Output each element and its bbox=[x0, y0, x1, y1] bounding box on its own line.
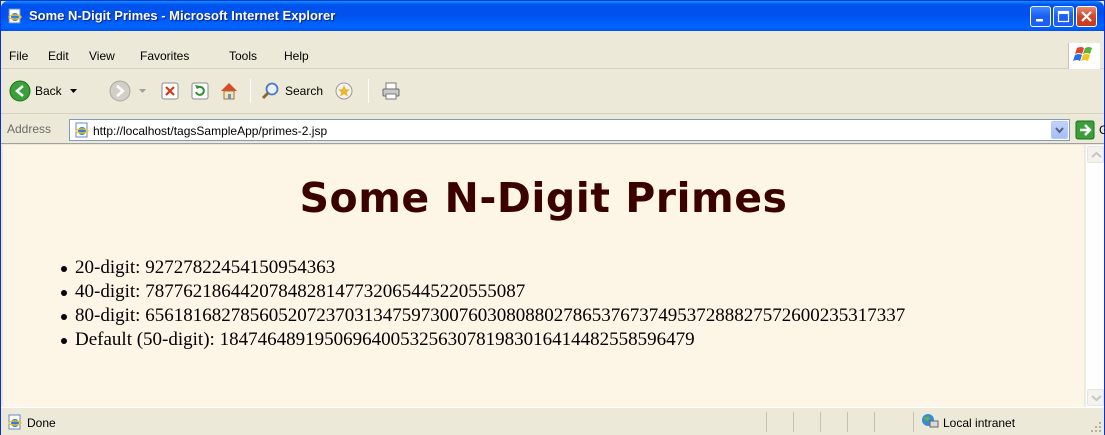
list-item: 80-digit: 656181682785605207237031347597… bbox=[59, 304, 905, 328]
windows-logo-icon bbox=[1068, 43, 1100, 69]
toolbar: Back Search bbox=[1, 69, 1104, 114]
maximize-button[interactable] bbox=[1053, 6, 1074, 27]
back-label: Back bbox=[35, 84, 62, 98]
search-button[interactable]: Search bbox=[261, 79, 323, 103]
toolbar-separator bbox=[250, 79, 251, 103]
status-divider bbox=[766, 412, 767, 432]
menu-bar: File Edit View Favorites Tools Help bbox=[1, 31, 1104, 69]
scroll-up-button[interactable] bbox=[1087, 146, 1104, 163]
maximize-icon bbox=[1057, 10, 1070, 23]
status-bar: Done Local intranet bbox=[1, 407, 1104, 435]
window-title: Some N-Digit Primes - Microsoft Internet… bbox=[29, 8, 336, 23]
refresh-icon bbox=[191, 82, 209, 100]
home-button[interactable] bbox=[219, 79, 239, 103]
menu-view[interactable]: View bbox=[89, 49, 115, 63]
address-dropdown-button[interactable] bbox=[1051, 121, 1068, 139]
chevron-down-icon bbox=[1091, 395, 1102, 402]
menu-file[interactable]: File bbox=[9, 49, 28, 63]
ie-page-icon bbox=[8, 414, 22, 430]
toolbar-separator bbox=[368, 79, 369, 103]
local-intranet-icon bbox=[922, 414, 939, 428]
address-url: http://localhost/tagsSampleApp/primes-2.… bbox=[93, 124, 328, 138]
favorites-button[interactable] bbox=[334, 79, 354, 103]
home-icon bbox=[221, 83, 237, 100]
minimize-icon bbox=[1036, 19, 1043, 22]
search-icon bbox=[261, 82, 279, 100]
page-heading: Some N-Digit Primes bbox=[299, 174, 788, 222]
printer-icon bbox=[382, 82, 400, 100]
menu-help[interactable]: Help bbox=[284, 49, 309, 63]
status-text: Done bbox=[27, 416, 56, 430]
ie-page-icon bbox=[8, 8, 22, 24]
go-label: Go bbox=[1099, 123, 1105, 137]
list-item: 40-digit: 787762186442078482814773206544… bbox=[59, 280, 905, 304]
chevron-up-icon bbox=[1091, 151, 1102, 158]
close-icon bbox=[1081, 11, 1092, 22]
chevron-down-icon bbox=[139, 88, 146, 93]
stop-icon bbox=[161, 82, 179, 100]
status-divider bbox=[820, 412, 821, 432]
forward-button[interactable] bbox=[109, 79, 146, 103]
status-divider bbox=[913, 412, 914, 432]
browser-window: Some N-Digit Primes - Microsoft Internet… bbox=[0, 0, 1105, 435]
back-button[interactable]: Back bbox=[9, 79, 77, 103]
status-divider bbox=[874, 412, 875, 432]
menu-edit[interactable]: Edit bbox=[48, 49, 69, 63]
prime-list: 20-digit: 92727822454150954363 40-digit:… bbox=[59, 256, 905, 352]
page-content: Some N-Digit Primes 20-digit: 9272782245… bbox=[3, 145, 1084, 407]
go-button[interactable]: Go bbox=[1075, 120, 1105, 140]
chevron-down-icon[interactable] bbox=[69, 88, 77, 94]
list-item: Default (50-digit): 18474648919506964005… bbox=[59, 328, 905, 352]
vertical-scrollbar[interactable] bbox=[1085, 145, 1104, 407]
close-button[interactable] bbox=[1076, 6, 1097, 27]
zone-text: Local intranet bbox=[943, 416, 1016, 430]
address-input[interactable]: http://localhost/tagsSampleApp/primes-2.… bbox=[69, 119, 1070, 141]
menu-favorites[interactable]: Favorites bbox=[140, 49, 189, 63]
go-arrow-icon bbox=[1075, 120, 1095, 140]
address-label: Address bbox=[7, 122, 52, 136]
list-item: 20-digit: 92727822454150954363 bbox=[59, 256, 905, 280]
stop-button[interactable] bbox=[161, 79, 179, 103]
search-label: Search bbox=[285, 84, 324, 98]
print-button[interactable] bbox=[381, 79, 401, 103]
forward-arrow-icon bbox=[109, 80, 131, 102]
address-bar: Address http://localhost/tagsSampleApp/p… bbox=[1, 114, 1105, 144]
title-bar[interactable]: Some N-Digit Primes - Microsoft Internet… bbox=[1, 1, 1104, 31]
menu-tools[interactable]: Tools bbox=[229, 49, 257, 63]
minimize-button[interactable] bbox=[1030, 6, 1051, 27]
favorites-star-icon bbox=[335, 82, 353, 100]
status-divider bbox=[847, 412, 848, 432]
chevron-down-icon bbox=[1055, 127, 1064, 134]
refresh-button[interactable] bbox=[191, 79, 209, 103]
scroll-down-button[interactable] bbox=[1087, 389, 1104, 406]
back-arrow-icon bbox=[9, 80, 31, 102]
status-divider bbox=[793, 412, 794, 432]
resize-grip-icon[interactable] bbox=[1090, 421, 1102, 433]
ie-page-icon bbox=[75, 122, 89, 138]
